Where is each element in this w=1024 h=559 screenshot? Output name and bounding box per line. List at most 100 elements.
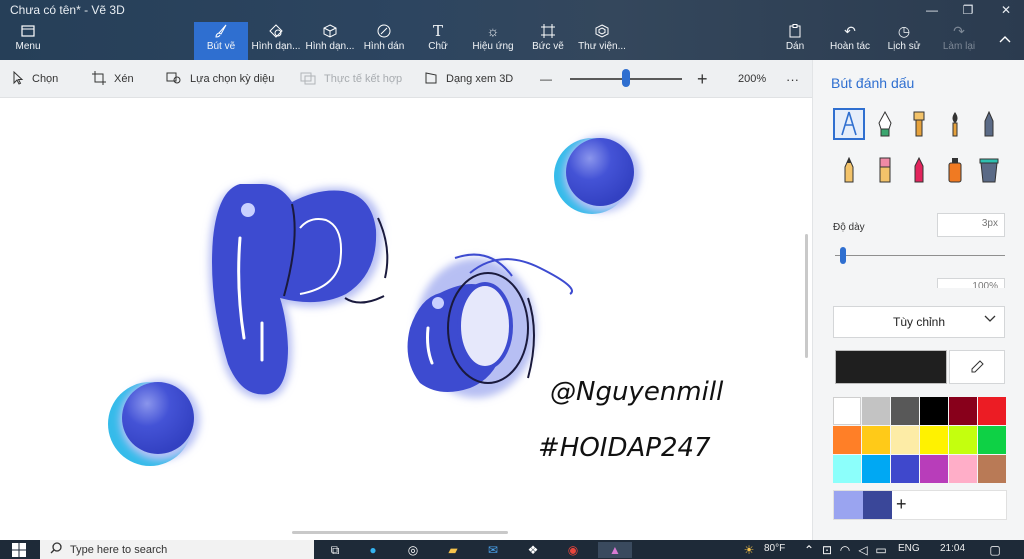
- chrome-icon[interactable]: ◉: [564, 542, 582, 558]
- palette-color-swatch[interactable]: [949, 426, 977, 454]
- palette-color-swatch[interactable]: [833, 426, 861, 454]
- tool-2d-shapes[interactable]: Hình dạn...: [250, 22, 302, 60]
- palette-color-swatch[interactable]: [891, 397, 919, 425]
- history-button[interactable]: ◷ Lịch sử: [886, 22, 922, 60]
- palette-color-swatch[interactable]: [862, 455, 890, 483]
- thickness-slider-thumb[interactable]: [840, 247, 847, 264]
- eraser-icon: [879, 157, 891, 183]
- tool-brushes[interactable]: Bút vẽ: [194, 22, 248, 60]
- maximize-button[interactable]: ❐: [950, 0, 986, 20]
- more-button[interactable]: ···: [786, 60, 799, 98]
- text-icon: T: [432, 22, 443, 40]
- blue-ball-top-right: [554, 136, 640, 214]
- task-view-icon[interactable]: ⧉: [326, 542, 344, 558]
- mixed-reality-tool[interactable]: Thực tế kết hợp: [300, 60, 402, 98]
- dropbox-icon[interactable]: ❖: [524, 542, 542, 558]
- tool-effects[interactable]: ☼ Hiệu ứng: [470, 22, 516, 60]
- wifi-icon[interactable]: ◠: [836, 542, 854, 558]
- thickness-label: Độ dày: [833, 222, 865, 233]
- crop-tool[interactable]: Xén: [92, 60, 134, 98]
- windows-start-icon[interactable]: [10, 542, 28, 558]
- marker-tool[interactable]: [833, 108, 865, 140]
- undo-button[interactable]: ↶ Hoàn tác: [828, 22, 872, 60]
- paint3d-taskbar-icon[interactable]: ▲: [598, 542, 632, 558]
- minimize-button[interactable]: —: [914, 0, 950, 20]
- watercolor-tool[interactable]: [939, 108, 971, 140]
- blue-ball-bottom-left: [108, 380, 200, 466]
- redo-button[interactable]: ↷ Làm lại: [940, 22, 978, 60]
- palette-color-swatch[interactable]: [833, 455, 861, 483]
- custom-color-swatch[interactable]: [863, 491, 892, 519]
- palette-color-swatch[interactable]: [978, 397, 1006, 425]
- eyedropper-icon: [971, 360, 984, 373]
- 2d-shapes-icon: [269, 22, 283, 40]
- eraser-tool[interactable]: [869, 154, 901, 186]
- tool-3d-library[interactable]: Thư viện...: [578, 22, 626, 60]
- tool-canvas[interactable]: Bức vẽ: [530, 22, 566, 60]
- mail-icon[interactable]: ✉: [484, 542, 502, 558]
- palette-color-swatch[interactable]: [920, 397, 948, 425]
- windows-taskbar: Type here to search ⧉ ● ◎ ▰ ✉ ❖ ◉ ▲ ☀ 80…: [0, 540, 1024, 559]
- file-explorer-icon[interactable]: ▰: [444, 542, 462, 558]
- horizontal-scrollbar[interactable]: [292, 531, 508, 534]
- palette-color-swatch[interactable]: [862, 426, 890, 454]
- zoom-slider-thumb[interactable]: [622, 69, 630, 87]
- pixel-pen-tool[interactable]: [973, 108, 1005, 140]
- 3d-view-tool[interactable]: Dạng xem 3D: [424, 60, 513, 98]
- palette-color-swatch[interactable]: [920, 455, 948, 483]
- taskbar-search-box[interactable]: Type here to search: [40, 540, 314, 559]
- spray-can-tool[interactable]: [939, 154, 971, 186]
- current-color-swatch[interactable]: [835, 350, 947, 384]
- color-mode-dropdown[interactable]: Tùy chỉnh: [833, 306, 1005, 338]
- paste-button[interactable]: Dán: [782, 22, 808, 60]
- palette-color-swatch[interactable]: [949, 455, 977, 483]
- palette-color-swatch[interactable]: [978, 426, 1006, 454]
- add-color-button[interactable]: +: [896, 494, 907, 515]
- opacity-input[interactable]: 100%: [937, 278, 1005, 288]
- tool-3d-shapes[interactable]: Hình dạn...: [304, 22, 356, 60]
- undo-label: Hoàn tác: [829, 41, 871, 52]
- pencil-tool[interactable]: [833, 154, 865, 186]
- thickness-slider-track[interactable]: [835, 255, 1005, 256]
- signature-hashtag: #HOIDAP247: [538, 433, 711, 463]
- magic-select-tool[interactable]: Lựa chọn kỳ diệu: [166, 60, 274, 98]
- tool-stickers[interactable]: Hình dán: [360, 22, 408, 60]
- effects-icon: ☼: [486, 23, 500, 39]
- eyedropper-button[interactable]: [949, 350, 1005, 384]
- input-language[interactable]: ENG: [898, 543, 920, 554]
- palette-color-swatch[interactable]: [833, 397, 861, 425]
- zoom-level: 200%: [738, 73, 767, 85]
- zoom-out-button[interactable]: —: [540, 60, 552, 98]
- fill-tool[interactable]: [973, 154, 1005, 186]
- vertical-scrollbar[interactable]: [805, 234, 808, 358]
- menu-label: Menu: [15, 41, 41, 52]
- volume-icon[interactable]: ◁: [854, 542, 872, 558]
- thickness-input[interactable]: 3px: [937, 213, 1005, 237]
- crayon-tool[interactable]: [903, 154, 935, 186]
- canvas-artwork: @Nguyenmill #HOIDAP247: [108, 136, 724, 466]
- palette-color-swatch[interactable]: [949, 397, 977, 425]
- close-button[interactable]: ✕: [988, 0, 1024, 20]
- search-placeholder: Type here to search: [70, 543, 168, 556]
- palette-color-swatch[interactable]: [920, 426, 948, 454]
- edge-browser-icon[interactable]: ●: [364, 542, 382, 558]
- drawing-canvas[interactable]: @Nguyenmill #HOIDAP247: [0, 98, 812, 540]
- menu-button[interactable]: Menu: [8, 22, 48, 60]
- undo-icon: ↶: [844, 23, 856, 39]
- palette-color-swatch[interactable]: [891, 426, 919, 454]
- custom-color-swatch[interactable]: [834, 491, 863, 519]
- oil-brush-tool[interactable]: [903, 108, 935, 140]
- notifications-icon[interactable]: ▢: [986, 542, 1004, 558]
- app-icon[interactable]: ◎: [404, 542, 422, 558]
- palette-color-swatch[interactable]: [978, 455, 1006, 483]
- calligraphy-pen-tool[interactable]: [869, 108, 901, 140]
- chevron-up-icon[interactable]: ⌃: [800, 542, 818, 558]
- palette-color-swatch[interactable]: [862, 397, 890, 425]
- clock-time[interactable]: 21:04: [940, 543, 965, 554]
- zoom-in-button[interactable]: +: [697, 60, 708, 98]
- select-tool[interactable]: Chọn: [12, 60, 58, 98]
- palette-color-swatch[interactable]: [891, 455, 919, 483]
- network-icon[interactable]: ⊡: [818, 542, 836, 558]
- battery-icon[interactable]: ▭: [872, 542, 890, 558]
- tool-text[interactable]: T Chữ: [422, 22, 454, 60]
